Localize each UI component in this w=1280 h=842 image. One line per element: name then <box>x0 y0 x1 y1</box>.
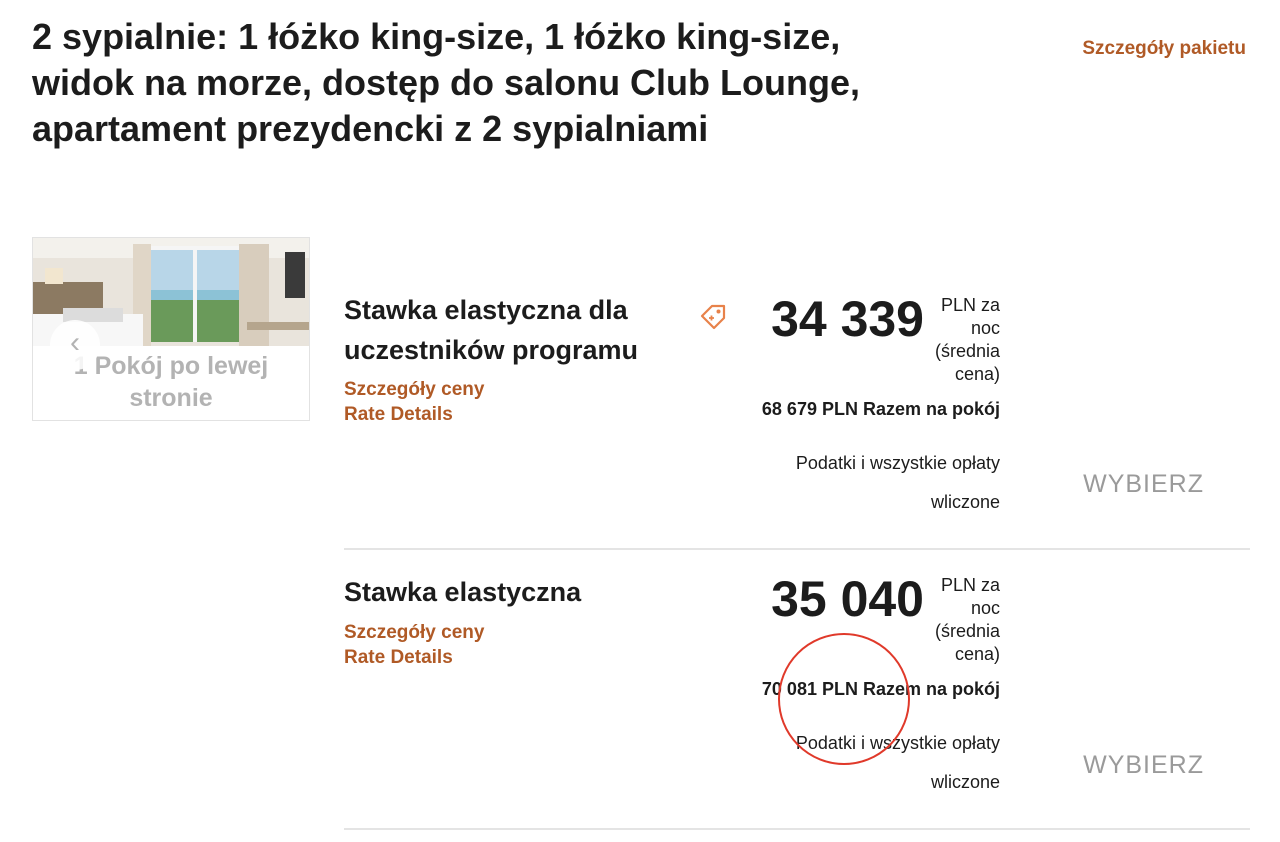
taxes-note: Podatki i wszystkie opłaty wliczone <box>795 453 1000 512</box>
rate-option-member: Stawka elastyczna dla uczestników progra… <box>344 270 1250 550</box>
rate-details-link[interactable]: Rate Details <box>344 647 453 669</box>
package-details-link[interactable]: Szczegóły pakietu <box>1082 38 1246 60</box>
room-title: 2 sypialnie: 1 łóżko king-size, 1 łóżko … <box>32 16 861 149</box>
total-price: 68 679 PLN Razem na pokój <box>761 399 1000 419</box>
rate-details-link[interactable]: Rate Details <box>344 404 453 426</box>
price-details-link[interactable]: Szczegóły ceny <box>344 379 484 401</box>
rate-name: Stawka elastyczna <box>344 577 582 607</box>
select-rate-button[interactable]: WYBIERZ <box>1083 751 1204 780</box>
price-details-link[interactable]: Szczegóły ceny <box>344 622 484 644</box>
rate-name: Stawka elastyczna dla uczestników progra… <box>344 295 639 365</box>
price-unit: PLN za noc (średnia cena) <box>934 295 1000 384</box>
price-tag-icon <box>700 304 726 330</box>
select-rate-button[interactable]: WYBIERZ <box>1083 470 1204 499</box>
rate-option-standard: Stawka elastyczna Szczegóły ceny Rate De… <box>344 550 1250 830</box>
total-price: 70 081 PLN Razem na pokój <box>761 679 1000 699</box>
nightly-price: 35 040 <box>771 571 924 627</box>
price-unit: PLN za noc (średnia cena) <box>934 575 1000 664</box>
nightly-price: 34 339 <box>771 291 924 347</box>
chevron-left-icon[interactable]: ‹ <box>50 320 100 370</box>
taxes-note: Podatki i wszystkie opłaty wliczone <box>795 733 1000 792</box>
